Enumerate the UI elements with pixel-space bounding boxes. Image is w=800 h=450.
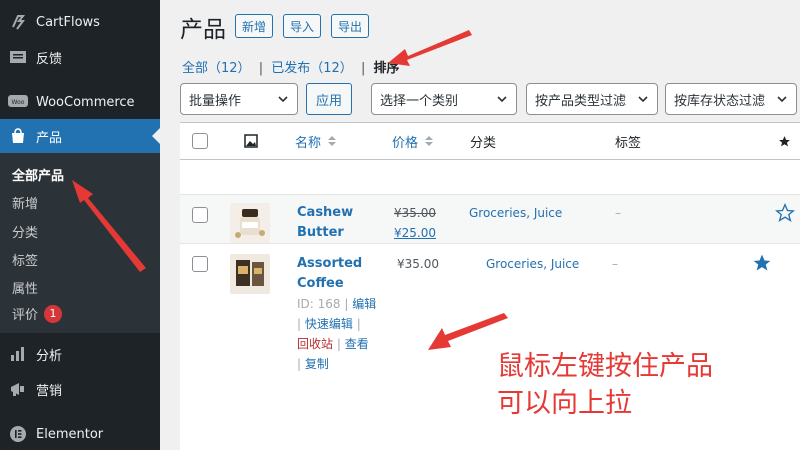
image-icon [244, 134, 258, 148]
sort-icon [328, 136, 337, 146]
product-price: ¥35.00 ¥25.00 [394, 206, 436, 240]
submenu-attributes[interactable]: 属性 [12, 278, 38, 297]
bulk-actions-select[interactable]: 批量操作 [180, 83, 298, 115]
drop-placeholder-row [180, 160, 800, 194]
sidebar-item-feedback[interactable]: 反馈 [0, 40, 160, 74]
star-filled-icon[interactable] [752, 253, 772, 273]
export-button[interactable]: 导出 [331, 14, 370, 38]
price-column-header[interactable]: 价格 [392, 123, 436, 159]
sidebar-item-elementor[interactable]: Elementor [0, 417, 160, 450]
submenu-reviews[interactable]: 评价 1 [12, 304, 63, 323]
table-row[interactable]: Cashew Butter ¥35.00 ¥25.00 Groceries, J… [180, 194, 800, 244]
sidebar-item-cartflows[interactable]: CartFlows [0, 5, 160, 39]
sidebar-item-label: 产品 [36, 130, 63, 146]
sidebar-item-label: 分析 [36, 348, 63, 364]
sidebar-item-woocommerce[interactable]: Woo WooCommerce [0, 85, 160, 119]
product-type-filter-select[interactable]: 按产品类型过滤 [526, 83, 658, 115]
page-title: 产品 [180, 17, 226, 43]
category-filter-select[interactable]: 选择一个类别 [371, 83, 517, 115]
woo-icon: Woo [0, 95, 36, 109]
products-icon [0, 127, 36, 145]
product-tags: – [612, 257, 618, 271]
submenu-all-products[interactable]: 全部产品 [12, 165, 64, 184]
reviews-count-badge: 1 [44, 304, 63, 323]
feedback-icon [0, 49, 36, 65]
category-column-header: 分类 [470, 135, 497, 151]
submenu-add-new[interactable]: 新增 [12, 193, 38, 212]
product-categories[interactable]: Groceries, Juice [469, 206, 562, 220]
sidebar-item-label: Elementor [36, 426, 104, 442]
status-filter-links: 全部（12） | 已发布（12） | 排序 [182, 61, 400, 76]
product-tags: – [615, 206, 621, 220]
view-link[interactable]: 查看 [345, 337, 369, 351]
megaphone-icon [0, 381, 36, 397]
quick-edit-link[interactable]: 快速编辑 [305, 317, 353, 331]
filter-sort-link[interactable]: 排序 [373, 61, 399, 76]
select-all-checkbox[interactable] [192, 133, 208, 149]
sidebar-item-products[interactable]: 产品 [0, 119, 160, 153]
sidebar-item-label: 营销 [36, 383, 63, 399]
filter-published-link[interactable]: 已发布（12） [271, 61, 353, 76]
chevron-down-icon [638, 96, 648, 103]
chevron-down-icon [777, 96, 787, 103]
chevron-down-icon [497, 96, 507, 103]
row-checkbox[interactable] [192, 207, 208, 223]
duplicate-link[interactable]: 复制 [305, 357, 329, 371]
product-name-link[interactable]: Assorted Coffee [297, 254, 362, 294]
row-actions: ID: 168 | 编辑 | 快速编辑 | 回收站 | 查看 | 复制 [297, 297, 377, 371]
sort-icon [425, 136, 434, 146]
trash-link[interactable]: 回收站 [297, 337, 333, 351]
product-thumbnail-cashew-butter[interactable] [230, 203, 270, 243]
featured-column-header [778, 123, 791, 159]
row-checkbox[interactable] [192, 256, 208, 272]
submenu-tags[interactable]: 标签 [12, 250, 38, 269]
sidebar-item-label: 反馈 [36, 51, 63, 67]
name-column-header[interactable]: 名称 [295, 123, 339, 159]
star-outline-icon[interactable] [775, 203, 795, 223]
admin-sidebar: CartFlows 反馈 Woo WooCommerce 产品 全部产品 新增 … [0, 0, 160, 450]
tags-column-header: 标签 [615, 135, 642, 151]
import-button[interactable]: 导入 [283, 14, 322, 38]
sidebar-item-marketing[interactable]: 营销 [0, 372, 160, 406]
apply-button[interactable]: 应用 [306, 83, 352, 115]
products-submenu: 全部产品 新增 分类 标签 属性 评价 1 [0, 153, 160, 333]
product-categories[interactable]: Groceries, Juice [486, 257, 579, 271]
chevron-down-icon [278, 96, 288, 103]
add-new-button[interactable]: 新增 [235, 14, 274, 38]
elementor-icon [0, 425, 36, 443]
svg-text:Woo: Woo [12, 99, 25, 106]
product-price: ¥35.00 [397, 257, 439, 271]
product-name-link[interactable]: Cashew Butter [297, 203, 353, 243]
thumbnail-column-header [244, 123, 258, 159]
filter-all-link[interactable]: 全部（12） [182, 61, 251, 76]
product-id: ID: 168 [297, 297, 341, 311]
cartflows-icon [0, 13, 36, 31]
sidebar-item-label: CartFlows [36, 14, 100, 30]
star-icon [779, 135, 790, 146]
edit-link[interactable]: 编辑 [352, 297, 376, 311]
analytics-icon [0, 346, 36, 362]
stock-status-filter-select[interactable]: 按库存状态过滤 [665, 83, 797, 115]
annotation-text: 鼠标左键按住产品 可以向上拉 [497, 351, 713, 419]
submenu-categories[interactable]: 分类 [12, 222, 38, 241]
sidebar-item-analytics[interactable]: 分析 [0, 337, 160, 371]
sidebar-item-label: WooCommerce [36, 94, 135, 110]
product-thumbnail-assorted-coffee[interactable] [230, 254, 270, 294]
